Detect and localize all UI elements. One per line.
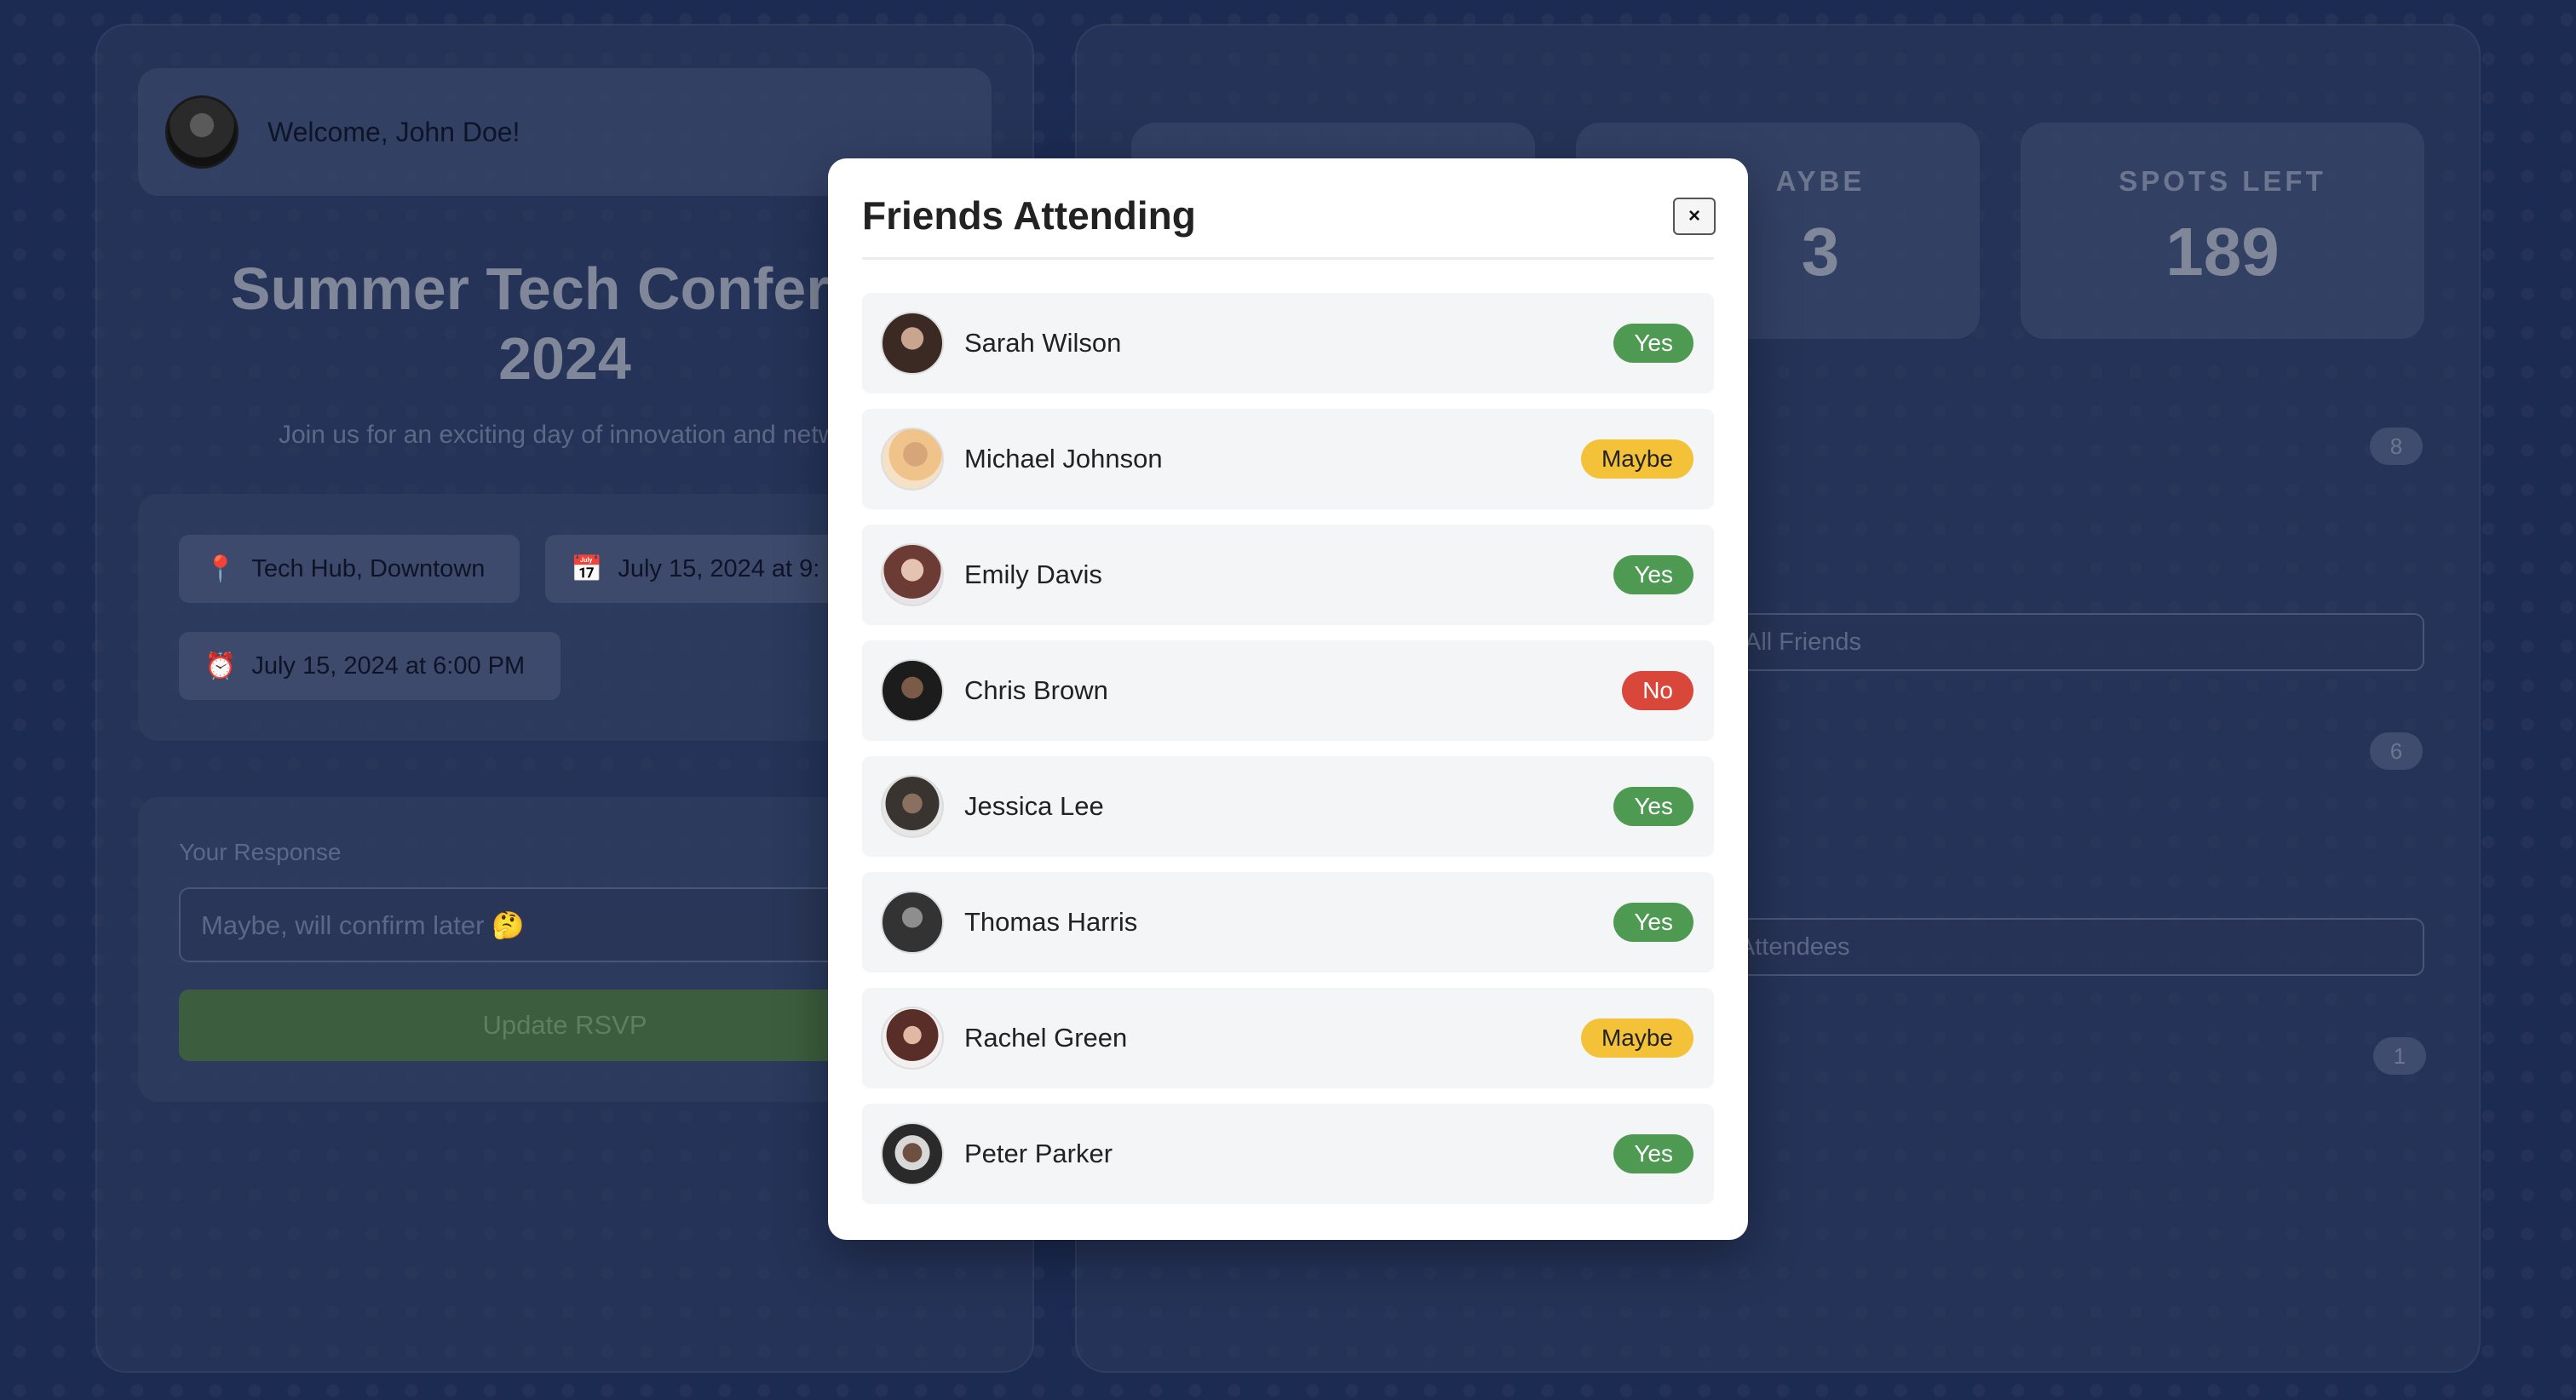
close-button[interactable]: × — [1673, 198, 1716, 235]
location-text: Tech Hub, Downtown — [251, 554, 486, 582]
rsvp-label: Your Response — [179, 839, 342, 865]
status-badge: Yes — [1613, 787, 1693, 826]
friend-name: Jessica Lee — [964, 791, 1104, 821]
list-item: Chris Brown No — [862, 640, 1714, 741]
list-item: Jessica Lee Yes — [862, 756, 1714, 857]
status-badge: Yes — [1613, 903, 1693, 942]
friend-name: Michael Johnson — [964, 444, 1163, 473]
friend-name: Chris Brown — [964, 675, 1108, 705]
friend-name: Thomas Harris — [964, 907, 1138, 937]
pin-icon: 📍 — [204, 554, 237, 583]
divider — [862, 257, 1714, 260]
friend-name: Sarah Wilson — [964, 328, 1122, 358]
location-chip: 📍 Tech Hub, Downtown — [179, 535, 520, 603]
stat-card-spots-left: SPOTS LEFT 189 — [2021, 123, 2424, 339]
stat-label: SPOTS LEFT — [2119, 165, 2326, 197]
calendar-icon: 📅 — [571, 554, 603, 583]
avatar — [881, 659, 944, 722]
alarm-clock-icon: ⏰ — [204, 651, 237, 680]
status-badge: No — [1622, 671, 1693, 710]
avatar — [881, 1007, 944, 1070]
avatar — [881, 775, 944, 838]
end-time-chip: ⏰ July 15, 2024 at 6:00 PM — [179, 632, 561, 700]
attendees-count-badge: 6 — [2370, 732, 2423, 770]
friends-modal: Friends Attending × Sarah Wilson Yes Mic… — [828, 158, 1748, 1240]
declined-count-badge: 1 — [2373, 1037, 2426, 1075]
avatar — [881, 891, 944, 954]
list-item: Thomas Harris Yes — [862, 872, 1714, 973]
status-badge: Yes — [1613, 555, 1693, 594]
list-item: Michael Johnson Maybe — [862, 409, 1714, 509]
stat-value: 189 — [2165, 214, 2280, 290]
avatar — [881, 427, 944, 491]
list-item: Rachel Green Maybe — [862, 988, 1714, 1088]
friend-name: Peter Parker — [964, 1139, 1113, 1168]
avatar — [881, 312, 944, 375]
status-badge: Yes — [1613, 324, 1693, 363]
avatar[interactable] — [165, 95, 239, 169]
modal-title: Friends Attending — [862, 193, 1196, 238]
list-item: Sarah Wilson Yes — [862, 293, 1714, 393]
welcome-text: Welcome, John Doe! — [267, 116, 520, 147]
status-badge: Maybe — [1580, 1018, 1693, 1058]
friend-name: Rachel Green — [964, 1023, 1128, 1053]
avatar — [881, 543, 944, 606]
status-badge: Maybe — [1580, 439, 1693, 479]
list-item: Peter Parker Yes — [862, 1104, 1714, 1204]
end-time-text: July 15, 2024 at 6:00 PM — [251, 651, 526, 680]
friend-name: Emily Davis — [964, 559, 1102, 589]
list-item: Emily Davis Yes — [862, 525, 1714, 625]
avatar — [881, 1122, 944, 1185]
friends-count-badge: 8 — [2370, 427, 2423, 465]
status-badge: Yes — [1613, 1134, 1693, 1173]
start-time-text: July 15, 2024 at 9: — [618, 554, 820, 582]
